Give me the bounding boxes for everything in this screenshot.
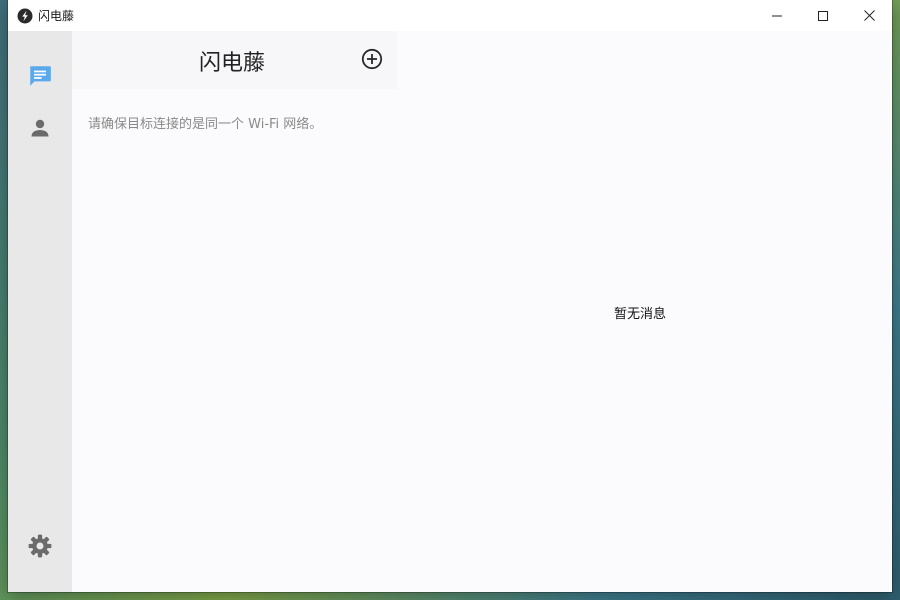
maximize-icon — [818, 10, 828, 21]
minimize-button[interactable] — [754, 0, 800, 31]
empty-state-text: 暂无消息 — [614, 307, 667, 322]
sidebar-item-contacts[interactable] — [24, 112, 56, 144]
page-title: 闪电藤 — [198, 51, 265, 76]
maximize-button[interactable] — [800, 0, 846, 31]
add-circle-icon — [361, 48, 383, 70]
sidebar — [8, 31, 72, 592]
close-button[interactable] — [846, 0, 892, 31]
sidebar-item-messages[interactable] — [24, 60, 56, 92]
minimize-icon — [772, 15, 782, 16]
lightning-logo-icon — [17, 8, 33, 24]
window-controls — [754, 0, 892, 31]
person-icon — [31, 119, 49, 137]
close-icon — [863, 10, 875, 21]
settings-button[interactable] — [24, 530, 56, 562]
add-device-button[interactable] — [360, 47, 384, 71]
list-header: 闪电藤 — [72, 31, 397, 89]
wifi-hint: 请确保目标连接的是同一个 Wi-Fi 网络。 — [88, 117, 323, 132]
app-window: 闪电藤 闪电藤 请确保目标连接的是同一个 Wi-Fi 网络。 暂无消息 — [8, 0, 892, 592]
window-title: 闪电藤 — [38, 9, 75, 23]
chat-icon — [30, 66, 51, 86]
gear-icon — [28, 534, 52, 558]
content-area: 闪电藤 请确保目标连接的是同一个 Wi-Fi 网络。 暂无消息 — [72, 31, 892, 592]
title-bar[interactable]: 闪电藤 — [8, 0, 892, 31]
